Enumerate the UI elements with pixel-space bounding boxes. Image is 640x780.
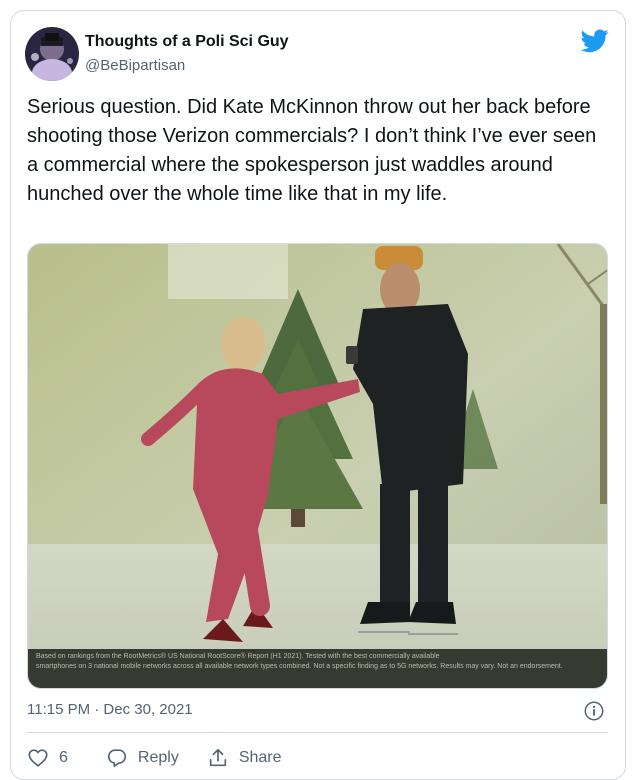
divider: [27, 732, 608, 733]
action-bar: 6 Reply Share: [27, 744, 282, 772]
info-icon[interactable]: [583, 700, 605, 722]
share-label: Share: [238, 749, 282, 766]
author-handle[interactable]: @BeBipartisan: [85, 57, 185, 74]
twitter-bird-icon[interactable]: [581, 29, 609, 53]
avatar-image: [25, 27, 79, 81]
share-button[interactable]: Share: [207, 747, 282, 769]
tweet-text: Serious question. Did Kate McKinnon thro…: [27, 96, 597, 205]
avatar[interactable]: [25, 27, 79, 81]
heart-icon: [28, 749, 48, 767]
media-caption: Based on rankings from the RootMetrics® …: [28, 648, 607, 688]
tweet-media[interactable]: Based on rankings from the RootMetrics® …: [27, 243, 608, 689]
tweet-card: Thoughts of a Poli Sci Guy @BeBipartisan…: [10, 10, 626, 780]
media-caption-line1: Based on rankings from the RootMetrics® …: [36, 653, 440, 660]
reply-button[interactable]: Reply: [106, 747, 179, 769]
reply-bubble-icon: [107, 749, 126, 768]
reply-label: Reply: [137, 749, 179, 766]
tweet-timestamp[interactable]: 11:15 PM · Dec 30, 2021: [27, 701, 193, 718]
author-name[interactable]: Thoughts of a Poli Sci Guy: [85, 33, 289, 51]
share-icon: [209, 748, 226, 767]
like-count: 6: [59, 749, 68, 766]
like-button[interactable]: 6: [27, 747, 68, 769]
media-photo: [28, 244, 607, 688]
media-caption-line2: smartphones on 3 national mobile network…: [36, 663, 563, 670]
